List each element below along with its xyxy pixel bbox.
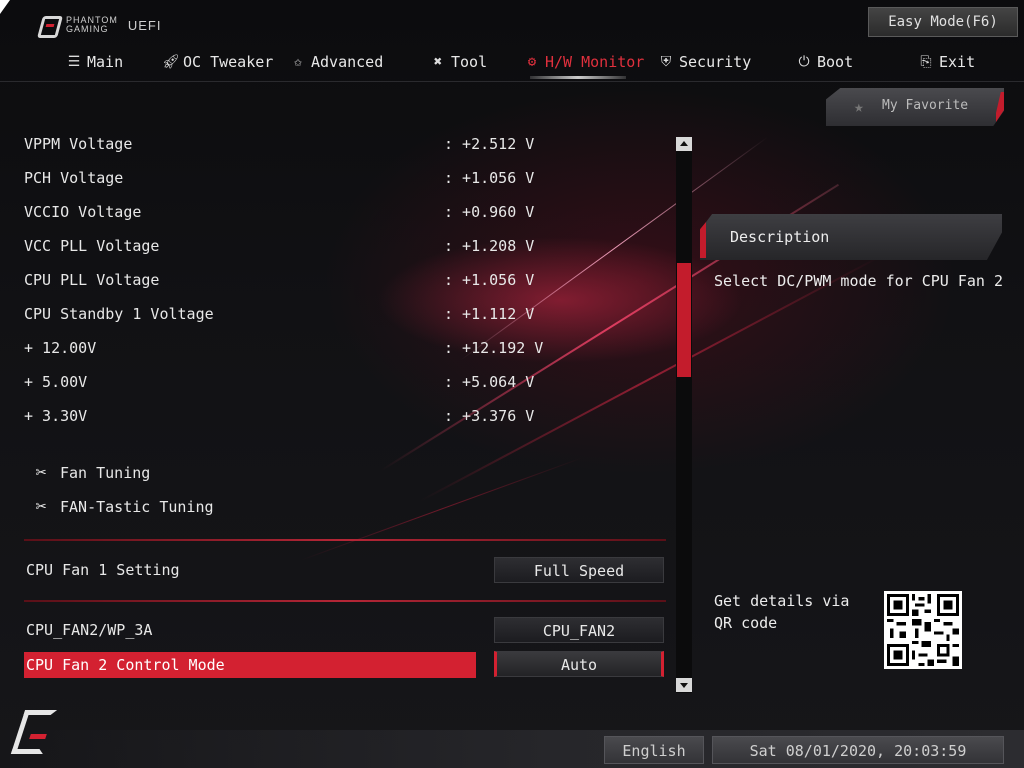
nav-divider	[0, 81, 1024, 82]
favorite-label: My Favorite	[882, 98, 969, 113]
my-favorite-button[interactable]: ★ My Favorite	[826, 88, 1004, 126]
voltage-value: : +1.056 V	[444, 169, 535, 187]
section-separator	[24, 600, 666, 602]
tab-label: Exit	[939, 53, 976, 71]
voltage-label: CPU PLL Voltage	[24, 271, 160, 289]
tab-exit[interactable]: ⎘ Exit	[918, 48, 975, 76]
scrollbar-thumb[interactable]	[677, 263, 691, 377]
tab-label: OC Tweaker	[183, 53, 274, 71]
cpu-fan2-wp-dropdown[interactable]: CPU_FAN2	[494, 617, 664, 643]
description-header: Description	[700, 214, 1002, 260]
monitor-icon: ⚙	[527, 54, 537, 70]
voltage-row: CPU PLL Voltage : +1.056 V	[24, 267, 534, 293]
tab-tool[interactable]: ✖ Tool	[430, 48, 487, 76]
phantom-gaming-logo-icon	[12, 706, 58, 756]
logo-wordmark: PHANTOM GAMING	[66, 16, 118, 34]
star-icon: ★	[854, 97, 864, 116]
cpu-fan2-control-mode-dropdown[interactable]: Auto	[494, 651, 664, 677]
scroll-down-arrow-icon[interactable]	[676, 678, 692, 692]
mouse-cursor-icon	[0, 0, 10, 14]
voltage-value: : +2.512 V	[444, 135, 535, 153]
tab-label: H/W Monitor	[545, 53, 645, 71]
voltage-value: : +12.192 V	[444, 339, 544, 357]
scroll-up-arrow-icon[interactable]	[676, 137, 692, 151]
fan-tuning-label: Fan Tuning	[60, 464, 151, 482]
fan-tastic-tuning-item[interactable]: ✂︎ FAN-Tastic Tuning	[30, 494, 214, 520]
cpu-fan1-setting-dropdown[interactable]: Full Speed	[494, 557, 664, 583]
description-text: Select DC/PWM mode for CPU Fan 2	[714, 272, 1003, 290]
voltage-row: + 3.30V : +3.376 V	[24, 403, 534, 429]
easy-mode-button[interactable]: Easy Mode(F6)	[868, 7, 1018, 37]
tab-boot[interactable]: ⏻ Boot	[796, 48, 853, 76]
language-button[interactable]: English	[604, 736, 704, 764]
tab-oc-tweaker[interactable]: 🚀︎ OC Tweaker	[162, 48, 273, 76]
description-title: Description	[730, 228, 830, 246]
voltage-row: + 12.00V : +12.192 V	[24, 335, 543, 361]
datetime-display[interactable]: Sat 08/01/2020, 20:03:59	[712, 736, 1004, 764]
qr-caption: Get details via QR code	[714, 592, 850, 632]
voltage-label: VCCIO Voltage	[24, 203, 142, 221]
voltage-label: + 3.30V	[24, 407, 88, 425]
voltage-row: CPU Standby 1 Voltage : +1.112 V	[24, 301, 534, 327]
background-light-streak	[300, 457, 583, 561]
tab-label: Main	[87, 53, 124, 71]
section-separator	[24, 539, 666, 541]
voltage-value: : +3.376 V	[444, 407, 535, 425]
voltage-label: VCC PLL Voltage	[24, 237, 160, 255]
tab-label: Tool	[451, 53, 488, 71]
tab-hw-monitor[interactable]: ⚙ H/W Monitor	[524, 48, 645, 76]
rocket-icon: 🚀︎	[162, 54, 180, 70]
tools-icon: ✖	[433, 54, 443, 70]
exit-icon: ⎘	[920, 54, 932, 70]
tab-label: Advanced	[311, 53, 384, 71]
tab-label: Boot	[817, 53, 854, 71]
qr-code-icon	[884, 591, 962, 669]
scrollbar-track[interactable]	[676, 137, 692, 693]
cpu-fan1-setting-label: CPU Fan 1 Setting	[26, 561, 180, 579]
voltage-label: PCH Voltage	[24, 169, 124, 187]
voltage-row: + 5.00V : +5.064 V	[24, 369, 534, 395]
cpu-fan2-wp-label: CPU_FAN2/WP_3A	[26, 621, 153, 639]
logo-line2: GAMING	[66, 24, 109, 34]
list-icon: ☰	[67, 54, 81, 70]
tab-label: Security	[679, 53, 752, 71]
fan-tastic-tuning-label: FAN-Tastic Tuning	[60, 498, 214, 516]
tab-main[interactable]: ☰ Main	[66, 48, 123, 76]
voltage-value: : +5.064 V	[444, 373, 535, 391]
tab-advanced[interactable]: ✩ Advanced	[290, 48, 383, 76]
voltage-label: VPPM Voltage	[24, 135, 133, 153]
shield-icon: ⛨	[660, 54, 672, 70]
voltage-row: PCH Voltage : +1.056 V	[24, 165, 534, 191]
tab-security[interactable]: ⛨ Security	[658, 48, 752, 76]
fan-tuning-item[interactable]: ✂︎ Fan Tuning	[30, 460, 151, 486]
phantom-gaming-logo-icon	[38, 14, 60, 36]
voltage-value: : +1.208 V	[444, 237, 535, 255]
main-nav: ☰ Main 🚀︎ OC Tweaker ✩ Advanced ✖ Tool ⚙…	[0, 48, 1024, 80]
wrench-screwdriver-icon: ✂︎	[35, 496, 47, 517]
voltage-value: : +1.112 V	[444, 305, 535, 323]
star-icon: ✩	[293, 54, 303, 70]
voltage-label: CPU Standby 1 Voltage	[24, 305, 214, 323]
description-header-accent	[700, 222, 706, 258]
wrench-screwdriver-icon: ✂︎	[35, 462, 47, 483]
voltage-row: VCCIO Voltage : +0.960 V	[24, 199, 534, 225]
brand-logo: PHANTOM GAMING UEFI	[38, 14, 161, 36]
voltage-label: + 5.00V	[24, 373, 88, 391]
voltage-value: : +1.056 V	[444, 271, 535, 289]
voltage-value: : +0.960 V	[444, 203, 535, 221]
voltage-row: VCC PLL Voltage : +1.208 V	[24, 233, 534, 259]
cpu-fan2-control-mode-label[interactable]: CPU Fan 2 Control Mode	[24, 652, 476, 678]
power-icon: ⏻	[798, 54, 810, 70]
voltage-label: + 12.00V	[24, 339, 97, 357]
logo-uefi: UEFI	[127, 17, 162, 33]
active-tab-indicator	[530, 76, 626, 79]
voltage-row: VPPM Voltage : +2.512 V	[24, 131, 534, 157]
